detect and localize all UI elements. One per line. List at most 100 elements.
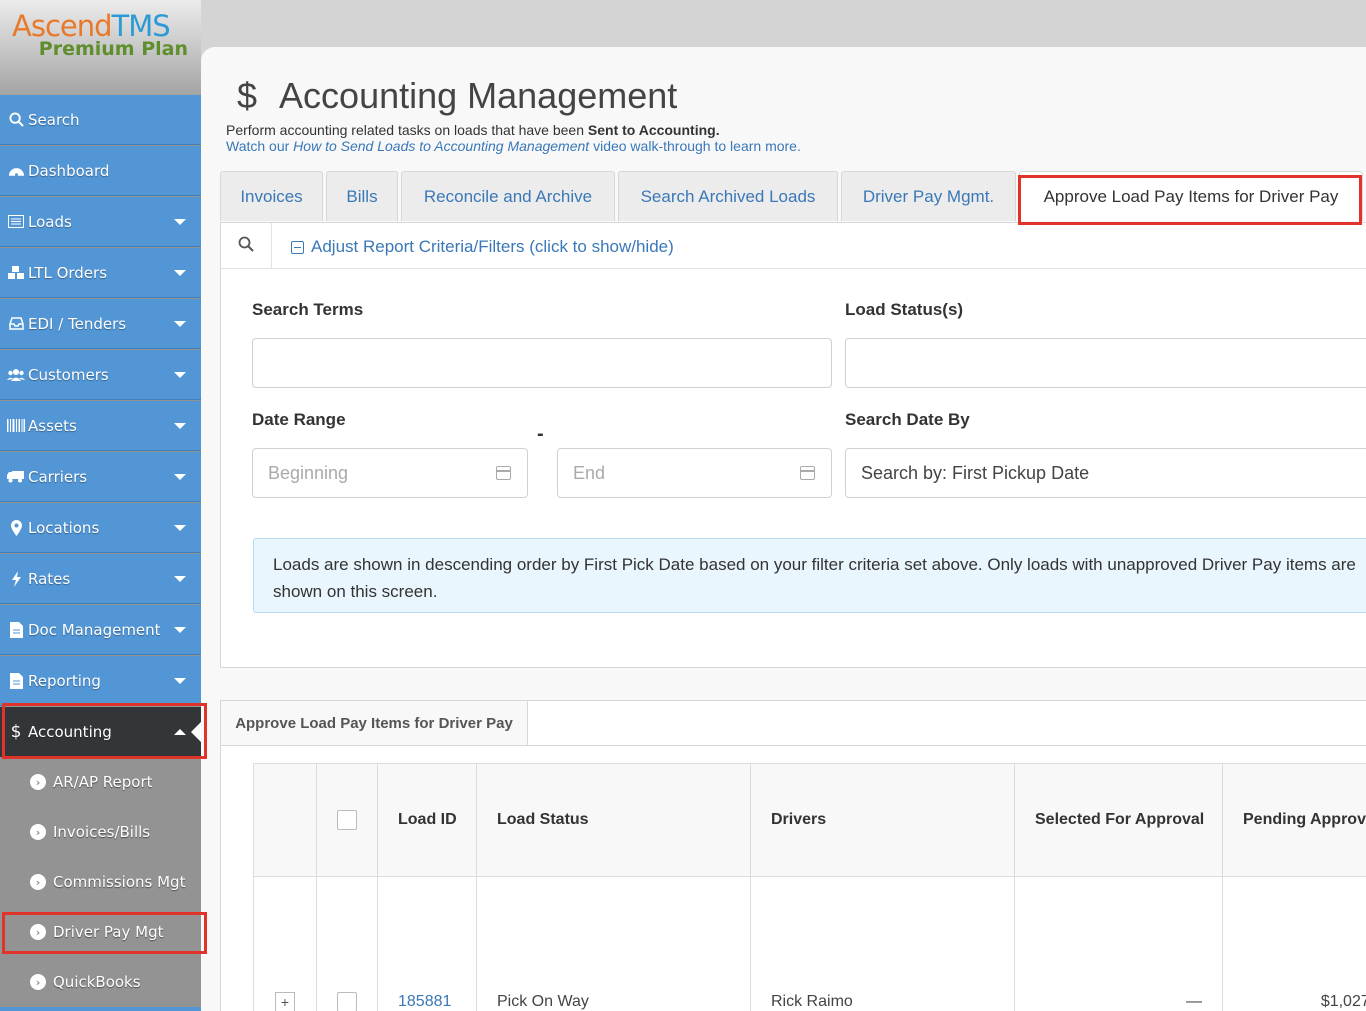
tab-invoices[interactable]: Invoices [220,171,323,221]
chevron-down-icon [174,677,186,684]
tab-approve-load-pay-items[interactable]: Approve Load Pay Items for Driver Pay [1019,171,1363,221]
sidebar-item-label: Doc Management [28,620,161,639]
sidebar-subitem-label: Commissions Mgt [53,873,186,891]
sidebar-subitem-label: QuickBooks [53,973,141,991]
sidebar-subitem-invoices-bills[interactable]: › Invoices/Bills [0,807,201,857]
column-header-load-status[interactable]: Load Status [477,764,751,877]
chevron-right-circle-icon: › [30,824,46,840]
sidebar-subitem-driver-pay-mgt[interactable]: › Driver Pay Mgt [0,907,201,957]
drivers-value: Rick Raimo [771,993,853,1010]
table-row-drivers: Rick Raimo [751,877,1015,1011]
chevron-right-circle-icon: › [30,974,46,990]
table-row-load-id[interactable]: 185881 [378,877,477,1011]
selected-value: — [1186,993,1202,1010]
sidebar-item-dashboard[interactable]: Dashboard [0,146,201,196]
date-range-beginning-input[interactable]: Beginning [252,448,528,498]
main-content: $ Accounting Management Perform accounti… [201,47,1366,1011]
expand-row-button[interactable]: + [275,992,295,1011]
filter-bar: Adjust Report Criteria/Filters (click to… [221,223,1366,269]
sidebar-item-carriers[interactable]: Carriers [0,452,201,502]
row-checkbox[interactable] [337,992,357,1011]
search-date-by-value: Search by: First Pickup Date [861,462,1090,483]
tab-label: Search Archived Loads [640,186,816,206]
file-icon [4,621,28,638]
sidebar-item-customers[interactable]: Customers [0,350,201,400]
filter-toggle[interactable]: Adjust Report Criteria/Filters (click to… [291,237,674,257]
sidebar-subitem-ar-ap-report[interactable]: › AR/AP Report [0,757,201,807]
description-text: Perform accounting related tasks on load… [226,122,588,138]
sidebar-item-assets[interactable]: Assets [0,401,201,451]
sidebar-item-label: Loads [28,212,72,231]
chevron-down-icon [174,218,186,225]
sidebar-item-loads[interactable]: Loads [0,197,201,247]
column-header-drivers[interactable]: Drivers [751,764,1015,877]
tab-driver-pay-mgmt[interactable]: Driver Pay Mgmt. [841,171,1016,221]
map-marker-icon [4,519,28,536]
sidebar-item-rates[interactable]: Rates [0,554,201,604]
video-link[interactable]: How to Send Loads to Accounting Manageme… [293,138,589,154]
chevron-down-icon [174,320,186,327]
column-header-label: Pending Approval [1243,811,1366,828]
list-icon [4,215,28,228]
plan-label: Premium Plan [38,38,188,60]
tab-label: Invoices [240,186,303,206]
chevron-down-icon [174,269,186,276]
sidebar-item-search[interactable]: Search [0,95,201,145]
calendar-icon[interactable] [496,466,511,480]
load-id-link[interactable]: 185881 [398,993,451,1011]
range-separator: - [537,423,544,445]
load-status-label: Load Status(s) [845,300,964,319]
column-header-load-id[interactable]: Load ID [378,764,477,877]
logo[interactable]: AscendTMS Premium Plan [0,0,201,95]
sidebar-item-locations[interactable]: Locations [0,503,201,553]
chevron-down-icon [174,422,186,429]
results-tab[interactable]: Approve Load Pay Items for Driver Pay [221,701,528,746]
tab-bills[interactable]: Bills [326,171,398,221]
calendar-icon[interactable] [800,466,815,480]
dashboard-icon [4,164,28,177]
search-icon [4,112,28,127]
search-terms-label: Search Terms [252,300,364,319]
pending-value: $1,027.90 [1320,993,1366,1010]
tab-reconcile-archive[interactable]: Reconcile and Archive [401,171,615,221]
sidebar-subitem-quickbooks[interactable]: › QuickBooks [0,957,201,1007]
load-status-input[interactable] [845,338,1366,388]
column-header-pending-approval[interactable]: Pending Approval [1223,764,1366,877]
barcode-icon [4,419,28,432]
filter-search-button[interactable] [221,223,272,269]
truck-icon [4,470,28,483]
sidebar-item-edi-tenders[interactable]: EDI / Tenders [0,299,201,349]
column-header-selected-for-approval[interactable]: Selected For Approval [1015,764,1223,877]
tab-label: Reconcile and Archive [423,186,593,206]
table-row-expand-cell: + [254,877,317,1011]
sidebar-item-ltl-orders[interactable]: LTL Orders [0,248,201,298]
beginning-placeholder: Beginning [268,462,349,483]
sidebar-item-accounting[interactable]: $ Accounting [0,707,201,757]
sidebar-subitem-label: Invoices/Bills [53,823,151,841]
sidebar-item-label: Rates [28,569,71,588]
chevron-down-icon [174,371,186,378]
sidebar-item-label: Customers [28,365,109,384]
tab-label: Bills [346,186,378,206]
sidebar-item-label: Carriers [28,467,88,486]
sidebar-item-reporting[interactable]: Reporting [0,656,201,706]
load-status-value: Pick On Way [497,993,589,1010]
sidebar-item-label: Assets [28,416,77,435]
column-header-label: Load ID [398,811,457,828]
date-range-end-input[interactable]: End [557,448,832,498]
divider [528,745,1366,746]
tab-label: Driver Pay Mgmt. [862,186,995,206]
column-header-label: Drivers [771,811,827,828]
sidebar-item-doc-management[interactable]: Doc Management [0,605,201,655]
search-terms-input[interactable] [252,338,832,388]
chevron-right-circle-icon: › [30,924,46,940]
active-pointer-icon [191,722,201,742]
tab-search-archived-loads[interactable]: Search Archived Loads [618,171,838,221]
filter-toggle-label: Adjust Report Criteria/Filters (click to… [311,237,674,256]
sidebar-subitem-commissions-mgt[interactable]: › Commissions Mgt [0,857,201,907]
cubes-icon [4,265,28,280]
select-all-checkbox[interactable] [337,810,357,830]
results-panel: Approve Load Pay Items for Driver Pay Lo… [220,700,1366,1011]
search-date-by-select[interactable]: Search by: First Pickup Date [845,448,1366,498]
sidebar-subitem-label: AR/AP Report [53,773,153,791]
